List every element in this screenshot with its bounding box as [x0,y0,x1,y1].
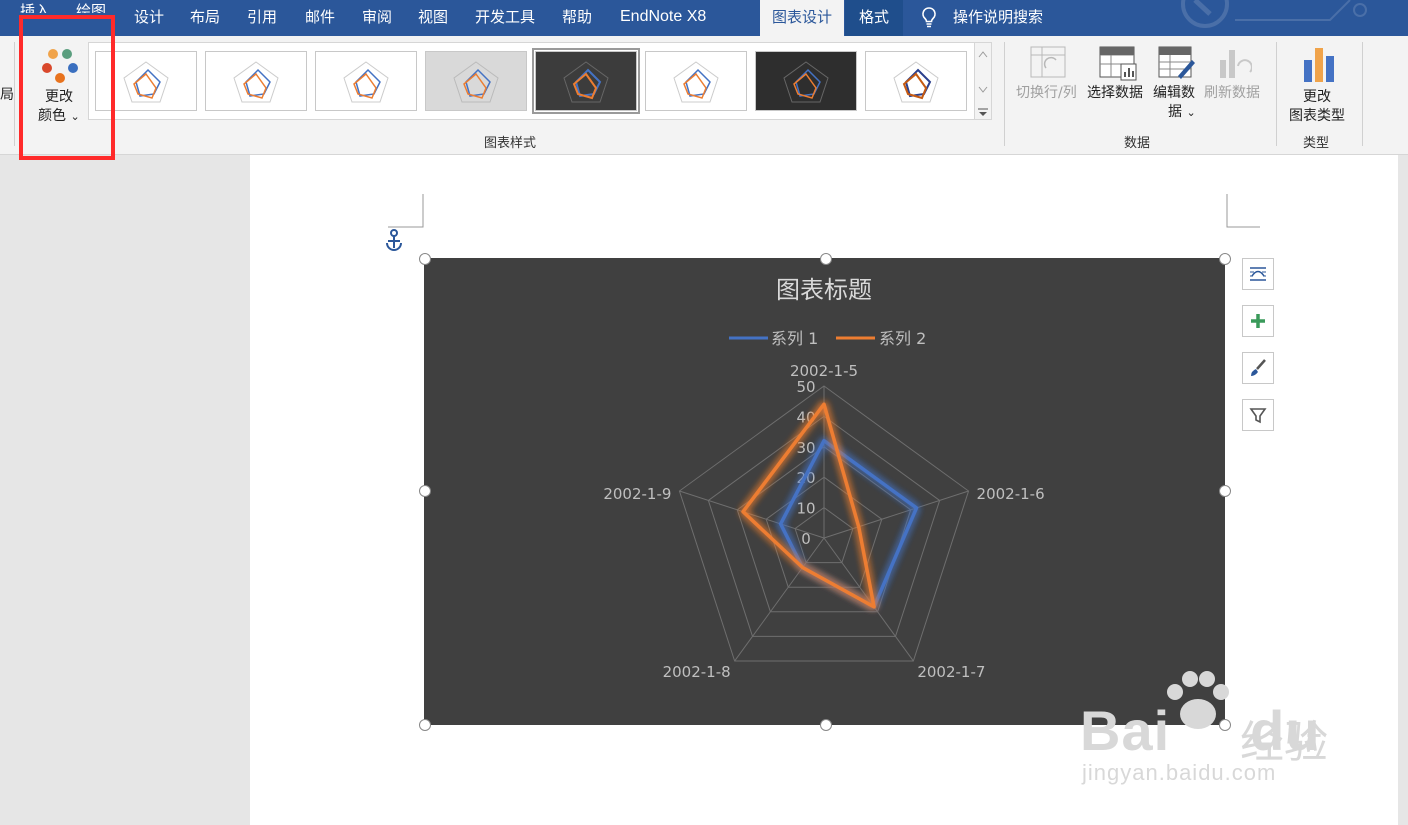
edit-data-button[interactable]: 编辑数 据 ⌄ [1150,40,1202,124]
legend-label-series-2: 系列 2 [879,329,926,348]
edit-data-label-2: 据 ⌄ [1168,104,1196,120]
type-group-label: 类型 [1303,136,1330,151]
refresh-data-icon [1220,50,1252,78]
chart-style-2[interactable] [205,51,307,111]
tab-review[interactable]: 审阅 [362,0,392,36]
chart-filters-button[interactable] [1242,399,1274,431]
margin-corner-left [388,194,424,228]
grid-spoke [823,490,969,539]
highlight-box [19,15,115,160]
change-chart-type-button[interactable]: 更改 图表类型 [1284,40,1354,124]
anchor-icon[interactable] [384,229,404,251]
select-data-button[interactable]: 选择数据 [1086,40,1150,104]
resize-handle[interactable] [419,719,431,731]
tab-endnote[interactable]: EndNote X8 [620,0,706,36]
resize-handle[interactable] [419,253,431,265]
select-data-icon [1099,46,1137,81]
category-label: 2002-1-6 [977,485,1045,503]
gallery-scroll[interactable] [974,42,992,120]
chart-styles-group-label: 图表样式 [484,136,537,151]
chart-legend: 系列 1 系列 2 [729,329,926,348]
tick-label: 10 [796,500,815,518]
legend-label-series-1: 系列 1 [771,329,818,348]
paw-logo-icon [1167,671,1229,729]
chart-title: 图表标题 [776,276,872,304]
tab-chart-design[interactable]: 图表设计 [760,0,845,36]
gallery-arrows-icon [978,51,988,116]
tick-label: 50 [796,378,815,396]
layout-fragment-label: 局 [0,87,14,103]
chart-styles-button[interactable] [1242,352,1274,384]
tab-mailings[interactable]: 邮件 [305,0,335,36]
grid-spoke [734,537,825,662]
layout-options-icon [1250,267,1266,281]
chart-style-3[interactable] [315,51,417,111]
select-data-label: 选择数据 [1087,85,1143,101]
edit-data-icon [1158,46,1195,79]
tab-design[interactable]: 设计 [134,0,164,36]
refresh-data-button[interactable]: 刷新数据 [1202,40,1268,104]
ribbon-tab-bar: 插入 绘图 设计 布局 引用 邮件 审阅 视图 开发工具 帮助 EndNote … [0,0,1408,36]
chart-style-4[interactable] [425,51,527,111]
tab-format[interactable]: 格式 [845,0,904,36]
edit-data-label-1: 编辑数 [1153,85,1195,101]
tick-label: 0 [801,530,811,548]
chart-style-5[interactable] [532,48,640,114]
layout-options-button[interactable] [1242,258,1274,290]
resize-handle[interactable] [820,719,832,731]
margin-corner-right [1226,194,1260,228]
paintbrush-icon [1251,359,1266,376]
ribbon: 局 更改 颜色 ⌄ 图表样式 切换行/列 选择数据 编辑数 据 ⌄ 刷新数据 数… [0,36,1408,155]
lightbulb-icon [920,6,938,30]
resize-handle[interactable] [1219,485,1231,497]
chart-elements-button[interactable] [1242,305,1274,337]
chart-style-8[interactable] [865,51,967,111]
tab-view[interactable]: 视图 [418,0,448,36]
radar-chart[interactable]: 图表标题 系列 1 系列 2 0 10 20 30 40 50 2002-1-5 2002-… [424,258,1225,725]
change-chart-type-label-1: 更改 [1303,89,1331,105]
grid-spoke [823,537,914,662]
switch-row-column-icon [1030,46,1066,78]
circuit-decoration-icon [1181,0,1367,28]
separator [14,42,15,146]
separator [1276,42,1277,146]
radar-grid [678,385,970,662]
category-label: 2002-1-5 [790,362,858,380]
filter-icon [1249,408,1267,424]
category-label: 2002-1-7 [917,663,985,681]
plus-icon [1251,314,1265,328]
chart-style-6[interactable] [645,51,747,111]
tell-me-search[interactable]: 操作说明搜索 [953,0,1043,36]
refresh-data-label: 刷新数据 [1204,85,1260,101]
tab-developer[interactable]: 开发工具 [475,0,535,36]
separator [1004,42,1005,146]
chart-svg: 图表标题 系列 1 系列 2 01020304050 2002-1-52002-… [603,276,1045,681]
watermark-url: jingyan.baidu.com [1082,760,1277,785]
tab-layout[interactable]: 布局 [190,0,220,36]
separator [1362,42,1363,146]
category-label: 2002-1-9 [603,485,671,503]
change-chart-type-label-2: 图表类型 [1289,108,1345,124]
category-label: 2002-1-8 [663,663,731,681]
resize-handle[interactable] [820,253,832,265]
chart-styles-gallery [88,42,978,120]
switch-row-column-button[interactable]: 切换行/列 [1014,40,1084,104]
chart-style-7[interactable] [755,51,857,111]
resize-handle[interactable] [1219,253,1231,265]
tab-references[interactable]: 引用 [247,0,277,36]
resize-handle[interactable] [419,485,431,497]
tab-help[interactable]: 帮助 [562,0,592,36]
tick-label: 30 [796,439,815,457]
chevron-down-icon: ⌄ [1186,106,1196,119]
change-chart-type-icon [1304,48,1334,82]
switch-row-column-label: 切换行/列 [1016,85,1077,101]
data-group-label: 数据 [1124,136,1151,151]
